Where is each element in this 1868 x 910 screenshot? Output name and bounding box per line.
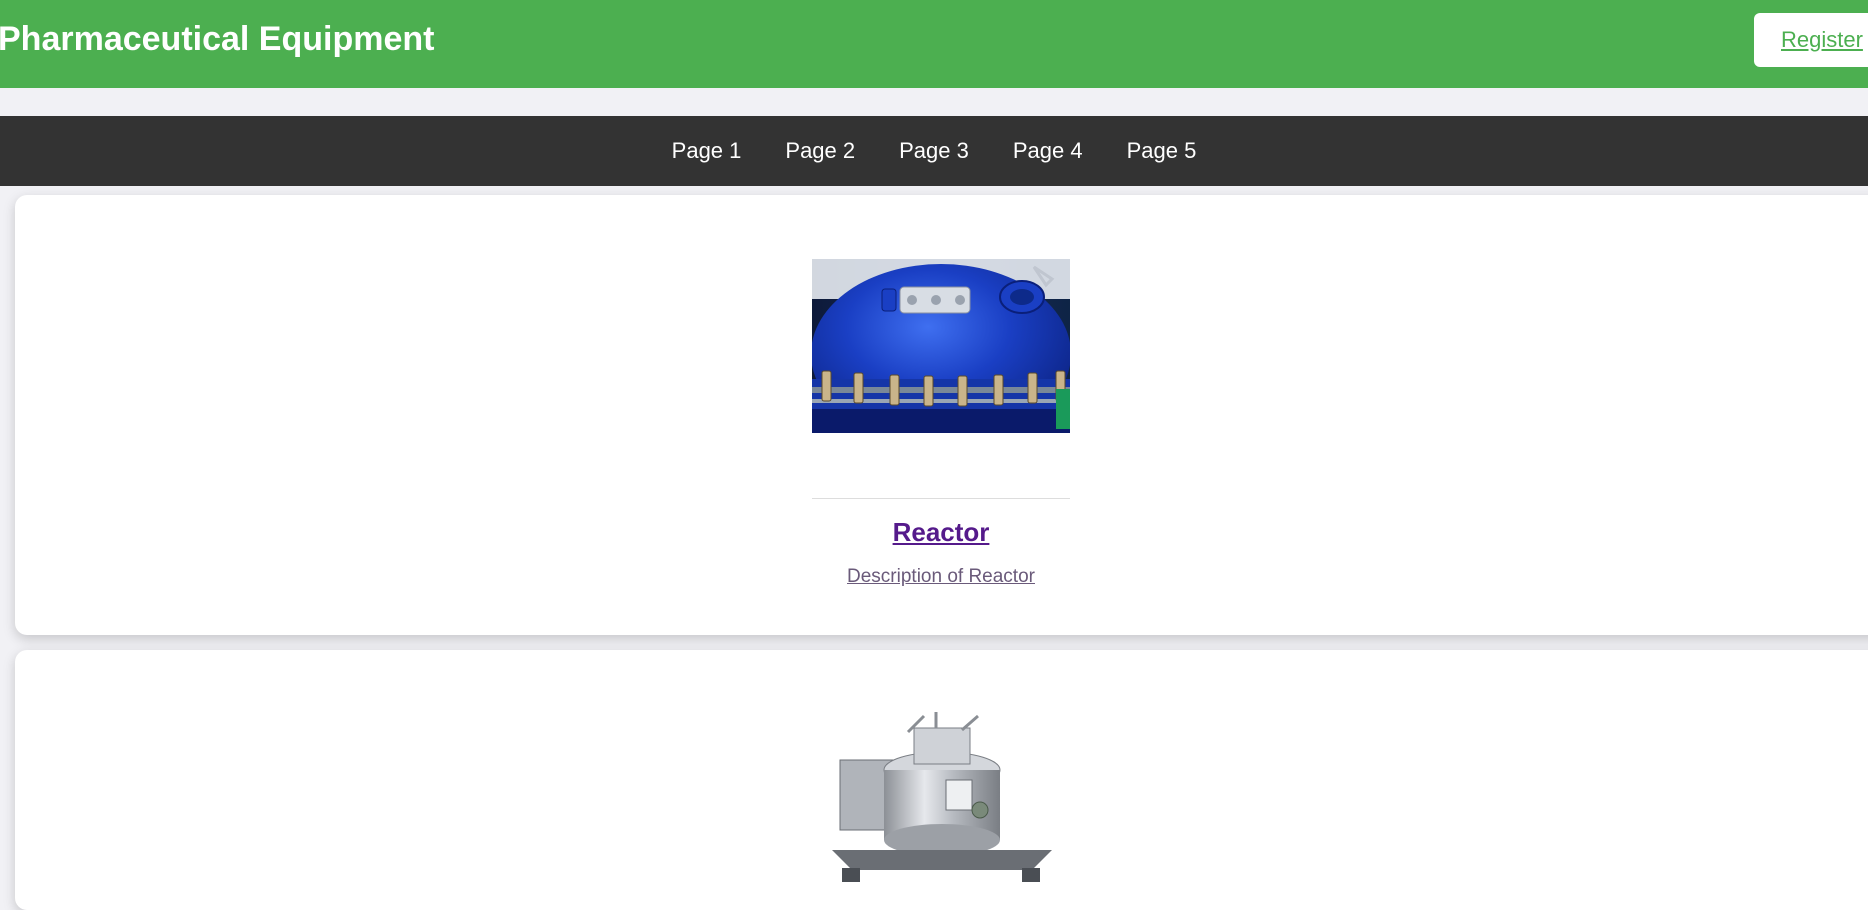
product-reactor: Reactor Description of Reactor [812, 259, 1070, 589]
product-description-link[interactable]: Description of Reactor [812, 565, 1070, 589]
site-title: Pharmaceutical Equipment [0, 20, 435, 58]
main-nav: Page 1 Page 2 Page 3 Page 4 Page 5 [0, 116, 1868, 186]
product-title-link[interactable]: Reactor [812, 517, 1070, 547]
product-card [15, 650, 1868, 910]
divider [812, 498, 1070, 499]
nav-link-page-4[interactable]: Page 4 [991, 116, 1105, 186]
centrifuge-image[interactable] [812, 710, 1070, 884]
reactor-image[interactable] [812, 259, 1070, 433]
nav-link-page-5[interactable]: Page 5 [1105, 116, 1219, 186]
site-header: Pharmaceutical Equipment Register [0, 0, 1868, 88]
nav-link-page-3[interactable]: Page 3 [877, 116, 991, 186]
nav-link-page-2[interactable]: Page 2 [763, 116, 877, 186]
product-card: Reactor Description of Reactor [15, 195, 1868, 635]
nav-link-page-1[interactable]: Page 1 [650, 116, 764, 186]
register-button[interactable]: Register [1754, 13, 1868, 67]
product-centrifuge [812, 710, 1070, 884]
